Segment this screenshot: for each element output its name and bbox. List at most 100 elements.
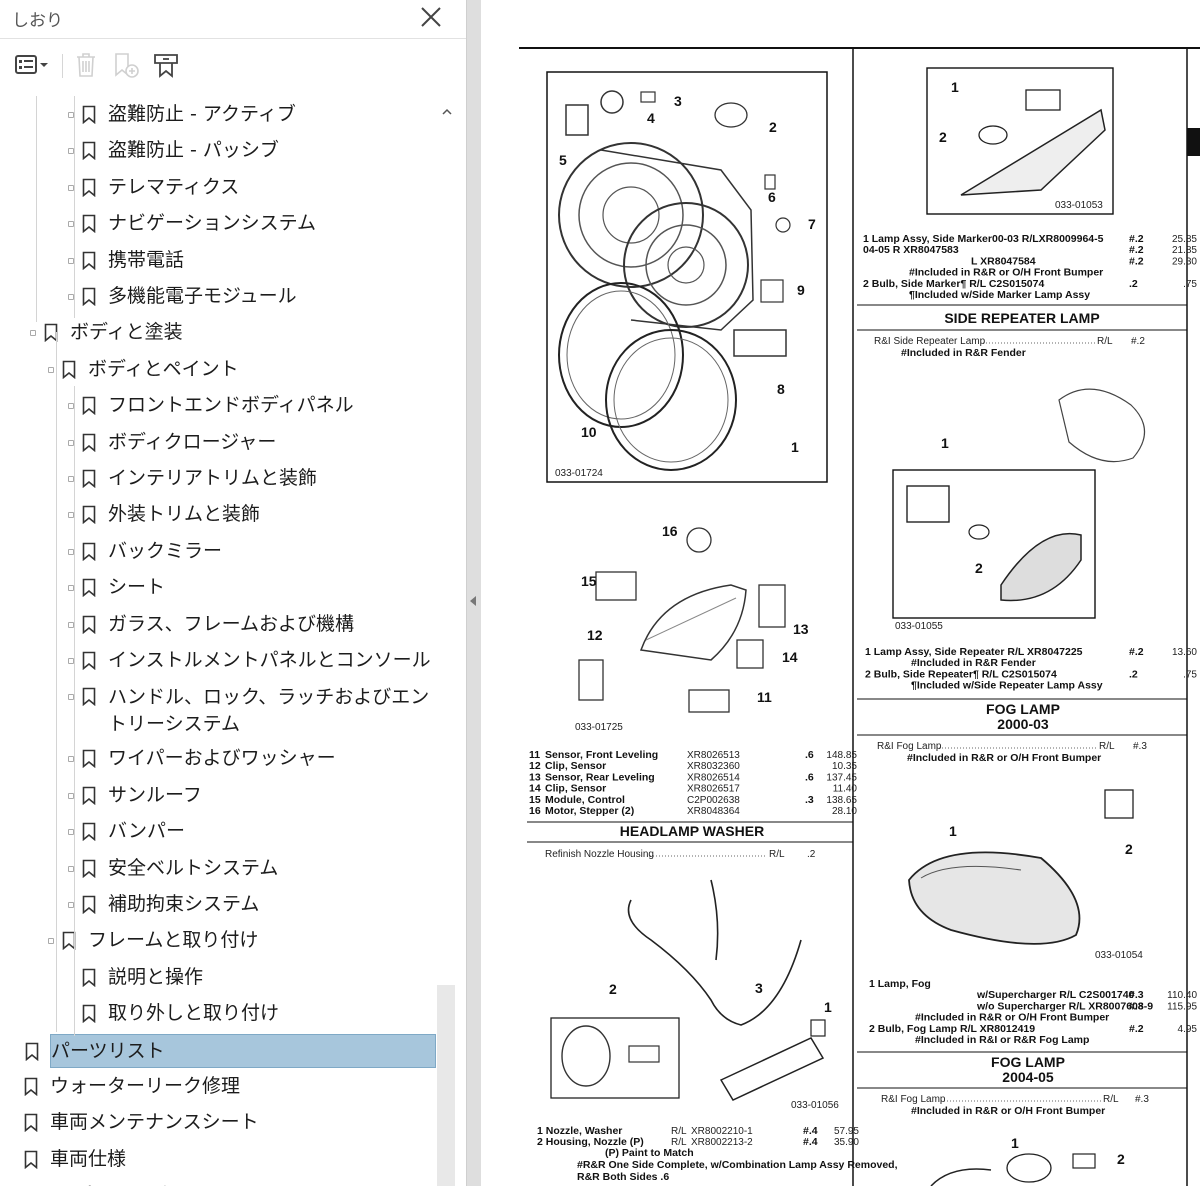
side-repeater-ri-note: #Included in R&R Fender [901, 347, 1026, 359]
washer-note: (P) Paint to Match [605, 1147, 694, 1159]
fog-2000-parts-list: 1 Lamp, Fogw/Supercharger R/L C2S001740#… [869, 978, 1197, 1046]
side-marker-callout-2: 2 [939, 129, 947, 145]
leveling-callout-11: 11 [757, 689, 772, 705]
bookmark-item[interactable]: 外装トリムと装飾 [0, 498, 438, 532]
bookmark-icon [82, 578, 96, 598]
part-line: 2 Bulb, Fog Lamp R/L XR8012419 [869, 1023, 1035, 1035]
bookmark-item[interactable]: ボディとペイント [0, 353, 438, 387]
bookmark-item[interactable]: フロントエンドボディパネル [0, 389, 438, 423]
fog-2000-ri-rl: R/L [1099, 741, 1115, 752]
bookmark-icon [82, 142, 96, 161]
bookmark-item[interactable]: 盗難防止 - パッシブ [0, 134, 438, 168]
part-number-index: 12 [529, 760, 541, 772]
headlamp-callout-4: 4 [647, 110, 655, 126]
bookmark-item[interactable]: 車両メンテナンスシート [0, 1106, 438, 1140]
bookmark-item[interactable]: フレームと取り付け [0, 924, 438, 958]
bookmark-item[interactable]: ナビゲーションシステム [0, 207, 438, 241]
tree-guide-line [74, 956, 75, 1036]
bookmark-item[interactable]: 盗難防止 - アクティブ [0, 98, 438, 132]
part-code: XR8026514 [687, 772, 740, 783]
part-line: #Included in R&R Fender [911, 657, 1036, 669]
part-number-index: 16 [529, 805, 541, 817]
bookmark-item[interactable]: ワイパーおよびワッシャー [0, 742, 438, 776]
bookmark-item[interactable]: ガラス、フレームおよび機構 [0, 608, 438, 642]
part-line: 1 Lamp Assy, Side Marker00-03 R/LXR80099… [863, 233, 1104, 245]
bookmark-item[interactable]: バックミラー [0, 535, 438, 569]
washer-figure: 1 2 3 033-01056 [550, 879, 839, 1111]
fog-2004-ri-rl: R/L [1103, 1094, 1119, 1105]
bookmark-icon [82, 968, 96, 987]
bookmark-item[interactable]: ハンドル、ロック、ラッチおよびエントリーシステム [0, 680, 438, 735]
scrollbar-thumb[interactable] [437, 985, 455, 1186]
bookmark-item[interactable]: テレマティクス [0, 171, 438, 205]
part-price: 35.90 [834, 1137, 859, 1148]
part-line: 1 Lamp, Fog [869, 978, 931, 990]
bookmark-item[interactable]: 取り外しと取り付け [0, 997, 438, 1031]
bookmark-icon [82, 433, 96, 452]
washer-parts-list: 1 Nozzle, Washer R/L XR8002210-1 #.4 57.952 … [537, 1125, 898, 1183]
bookmark-item[interactable]: インストルメントパネルとコンソール [0, 644, 438, 678]
new-bookmark-button[interactable] [110, 50, 142, 80]
bookmark-icon [82, 688, 96, 707]
fog-2004-years: 2004-05 [1002, 1069, 1054, 1085]
part-line: #Included in R&I or R&R Fog Lamp [915, 1034, 1089, 1046]
fog-2004-ri-value: #.3 [1135, 1094, 1149, 1105]
bookmark-item[interactable]: 12ピン エレクトリカルキット [0, 1179, 438, 1186]
part-line: #Included in R&R or O/H Front Bumper [915, 1012, 1109, 1024]
expand-bookmark-button[interactable] [150, 50, 182, 80]
bookmark-item[interactable]: ボディクロージャー [0, 426, 438, 460]
delete-bookmark-button[interactable] [72, 50, 100, 80]
expand-toggle-icon[interactable] [48, 938, 54, 945]
fog-2000-figure-number: 033-01054 [1095, 950, 1143, 961]
document-view[interactable]: 1 2 3 4 5 6 7 8 9 10 033-01724 11 12 13 … [481, 0, 1200, 1186]
bookmark-item[interactable]: 車両仕様 [0, 1143, 438, 1177]
part-price: 11.40 [833, 784, 858, 795]
part-code: XR8032360 [687, 761, 740, 772]
fog-2004-callout-2: 2 [1117, 1151, 1125, 1167]
expand-toggle-icon[interactable] [48, 366, 54, 373]
bookmark-icon [82, 786, 96, 805]
side-repeater-figure: 1 2 033-01055 [892, 388, 1146, 632]
bookmark-item[interactable]: 安全ベルトシステム [0, 852, 438, 886]
bookmark-item[interactable]: バンパー [0, 815, 438, 849]
expand-toggle-icon[interactable] [30, 330, 36, 337]
bookmark-item[interactable]: 説明と操作 [0, 961, 438, 995]
fog-2004-callout-1: 1 [1011, 1135, 1019, 1151]
bookmark-label: ナビゲーションシステム [108, 212, 317, 235]
bookmark-label: フロントエンドボディパネル [108, 394, 354, 417]
scroll-up-button[interactable] [440, 104, 454, 118]
close-panel-button[interactable] [418, 4, 444, 30]
leveling-callout-12: 12 [587, 627, 603, 643]
bookmark-icon [82, 822, 96, 842]
part-code: XR8002213-2 [691, 1137, 753, 1148]
bookmark-item[interactable]: パーツリスト [25, 1033, 436, 1068]
side-repeater-callout-1: 1 [941, 435, 949, 451]
washer-refinish-value: .2 [807, 849, 816, 860]
headlamp-callout-9: 9 [797, 282, 805, 298]
collapse-arrow-icon[interactable] [470, 596, 476, 606]
part-labor: #.2 [1129, 1023, 1144, 1035]
bookmark-item[interactable]: インテリアトリムと装飾 [0, 462, 438, 496]
bookmark-item[interactable]: 携帯電話 [0, 244, 438, 278]
bookmark-item[interactable]: 補助拘束システム [0, 888, 438, 922]
part-number-index: 13 [529, 771, 541, 783]
bookmark-item[interactable]: ウォーターリーク修理 [0, 1070, 438, 1104]
bookmark-item[interactable]: サンルーフ [0, 779, 438, 813]
panel-splitter[interactable] [466, 0, 481, 1186]
part-code: C2P002638 [687, 795, 740, 806]
options-button[interactable] [12, 50, 52, 80]
part-name: Sensor, Rear Leveling [545, 771, 655, 783]
washer-note: #R&R One Side Complete, w/Combination La… [577, 1159, 898, 1171]
washer-refinish-rl: R/L [769, 849, 785, 860]
bookmark-item[interactable]: 多機能電子モジュール [0, 280, 438, 314]
washer-figure-number: 033-01056 [791, 1100, 839, 1111]
bookmark-label: 携帯電話 [108, 248, 185, 271]
part-price: 115.95 [1167, 1001, 1197, 1012]
bookmark-icon [25, 1042, 39, 1061]
bookmark-icon [82, 542, 96, 561]
bookmark-item[interactable]: ボディと塗装 [0, 316, 438, 350]
leveling-parts-list: 11 Sensor, Front Leveling XR8026513 .6 148.8… [529, 749, 857, 817]
bookmark-item[interactable]: シート [0, 571, 438, 605]
part-code: XR8026513 [687, 750, 740, 761]
fog-2000-figure: 1 2 033-01054 [908, 789, 1143, 961]
